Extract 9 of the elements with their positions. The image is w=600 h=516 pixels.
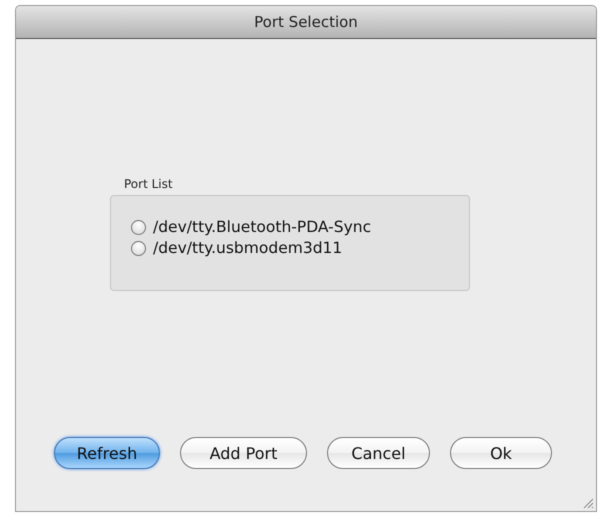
dialog-button[interactable]: Add Port xyxy=(180,437,307,469)
dialog-button[interactable]: Ok xyxy=(450,437,552,469)
resize-grip-icon[interactable] xyxy=(582,497,594,509)
port-radio[interactable]: /dev/tty.usbmodem3d11 xyxy=(131,239,469,257)
port-radio[interactable]: /dev/tty.Bluetooth-PDA-Sync xyxy=(131,218,469,236)
dialog-button[interactable]: Refresh xyxy=(54,437,160,469)
group-label: Port List xyxy=(124,177,173,191)
dialog-button[interactable]: Cancel xyxy=(327,437,430,469)
window-title: Port Selection xyxy=(254,13,358,31)
